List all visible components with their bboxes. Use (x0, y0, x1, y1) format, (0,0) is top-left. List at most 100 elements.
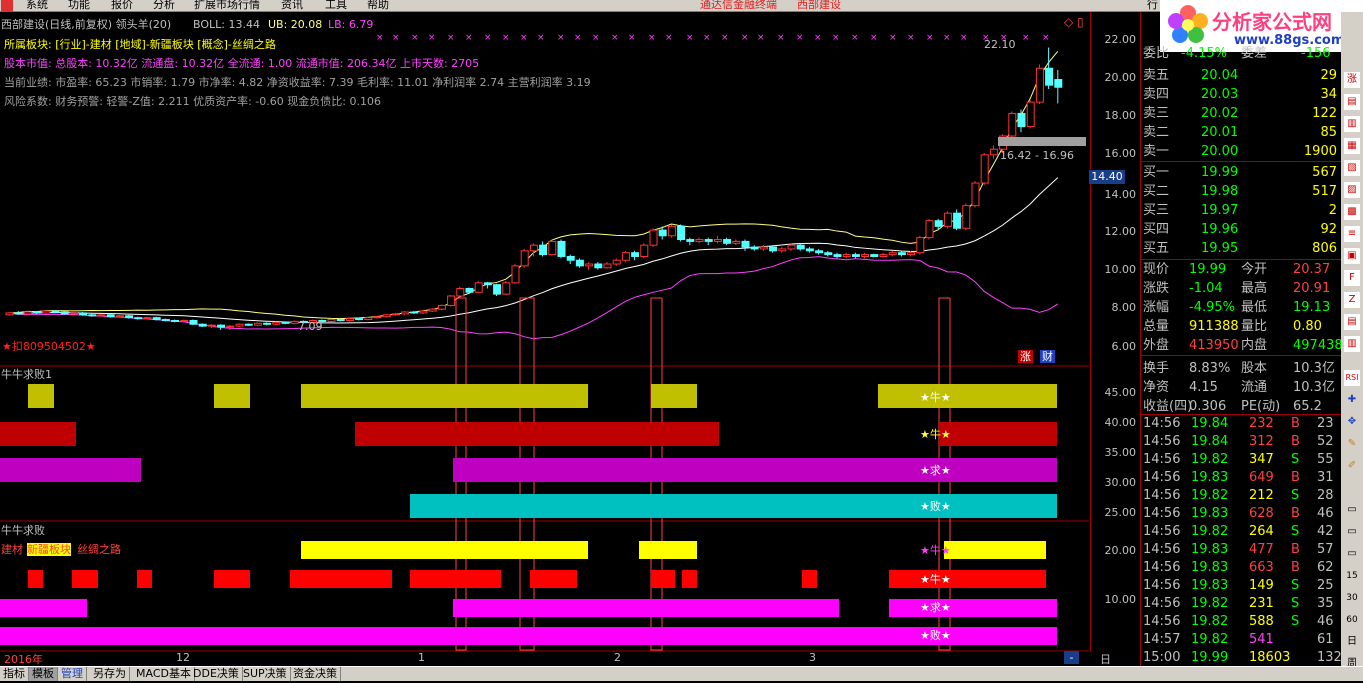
tool-icon[interactable]: 涨 (1344, 72, 1360, 88)
ask-row[interactable]: 卖五 20.04 29 (1141, 66, 1341, 85)
tool-icon[interactable]: ▨ (1344, 182, 1360, 198)
zhang-badge[interactable]: 涨 (1018, 350, 1033, 363)
draw-icon[interactable]: ✐ (1344, 458, 1360, 474)
tool-icon[interactable]: ▭ (1344, 502, 1360, 518)
tool-icon[interactable]: 15 (1344, 568, 1360, 584)
tick-count: 35 (1317, 596, 1334, 611)
btn-manage[interactable]: 管理 (58, 667, 87, 681)
y-tick: 10.00 (1104, 263, 1137, 276)
ad-stock-link[interactable]: 西部建设 (797, 0, 841, 12)
tick-time: 15:00 (1143, 650, 1181, 665)
tick-row: 14:56 19.83 628 B 46 (1141, 505, 1341, 523)
row-qty: 1900 (1303, 144, 1337, 159)
menu-quote[interactable]: 报价 (111, 0, 133, 12)
marker-x: × (777, 33, 785, 43)
info-capital: 股本市值: 总股本: 10.32亿 流通盘: 10.32亿 全流通: 1.00 … (4, 57, 480, 70)
btn-indicator[interactable]: 指标 (0, 667, 29, 681)
panel1-tag-niu1: ★牛★ (920, 391, 951, 404)
menu-help[interactable]: 帮助 (367, 0, 389, 12)
candle-body (575, 259, 584, 267)
marker-x: × (814, 33, 822, 43)
candle-body (704, 239, 713, 242)
candle-body (152, 317, 161, 321)
info-risk: 风险系数: 财务预警: 轻警-Z值: 2.211 优质资产率: -0.60 现金… (4, 95, 381, 108)
tool-icon[interactable]: F (1344, 270, 1360, 286)
y-tick: 6.00 (1111, 340, 1137, 353)
tool-icon[interactable]: ▤ (1344, 314, 1360, 330)
menu-analysis[interactable]: 分析 (153, 0, 175, 12)
window-restore-icon[interactable]: ◇ ▯ (1064, 16, 1084, 29)
bid-row[interactable]: 买二 19.98 517 (1141, 182, 1341, 201)
menu-system[interactable]: 系统 (26, 0, 48, 12)
cai-badge[interactable]: 财 (1040, 350, 1055, 363)
weibi-row: 委比 -4.15% 委差 -156 (1141, 44, 1341, 63)
tool-icon[interactable]: ▥ (1344, 336, 1360, 352)
menu-more[interactable]: 行 (1147, 0, 1158, 12)
tick-volume: 628 (1249, 506, 1274, 521)
btn-macd[interactable]: MACD基本 (133, 667, 195, 681)
tool-icon[interactable]: ▭ (1344, 546, 1360, 562)
tool-icon[interactable]: ▤ (1344, 94, 1360, 110)
separator (1141, 355, 1341, 356)
tool-icon[interactable]: Z (1344, 292, 1360, 308)
tick-time: 14:56 (1143, 596, 1181, 611)
menu-news[interactable]: 资讯 (281, 0, 303, 12)
ask-row[interactable]: 卖三 20.02 122 (1141, 104, 1341, 123)
tool-icon[interactable]: ▧ (1344, 160, 1360, 176)
candle-body (658, 229, 667, 237)
tick-row: 14:56 19.82 212 S 28 (1141, 487, 1341, 505)
bid-row[interactable]: 买四 19.96 92 (1141, 220, 1341, 239)
tick-price: 19.82 (1191, 488, 1229, 503)
tool-icon[interactable]: 60 (1344, 612, 1360, 628)
tool-icon[interactable]: ≡ (1344, 226, 1360, 242)
marker-x: × (907, 33, 915, 43)
bid-row[interactable]: 买五 19.95 806 (1141, 239, 1341, 258)
y-tick: 40.00 (1104, 416, 1137, 429)
rsi-icon[interactable]: RSI (1344, 370, 1360, 386)
y-tick: 14.00 (1104, 188, 1137, 201)
quote-val2: 19.13 (1293, 300, 1331, 315)
btn-fund[interactable]: 资金决策 (290, 667, 341, 681)
candle-body (171, 319, 180, 322)
quote-val1: -4.95% (1189, 300, 1235, 315)
btn-sup[interactable]: SUP决策 (240, 667, 291, 681)
bid-row[interactable]: 买一 19.99 567 (1141, 163, 1341, 182)
zoom-in-icon[interactable]: ✚ (1344, 392, 1360, 408)
menu-extended-market[interactable]: 扩展市场行情 (194, 0, 260, 12)
ad-terminal-link[interactable]: 通达信金融终端 (700, 0, 777, 12)
tick-row: 14:56 19.84 232 B 23 (1141, 415, 1341, 433)
candle-body (557, 240, 566, 257)
tick-row: 14:56 19.82 347 S 55 (1141, 451, 1341, 469)
btn-dde[interactable]: DDE决策 (190, 667, 243, 681)
pen-icon[interactable]: ✎ (1344, 436, 1360, 452)
boll-value: BOLL: 13.44 (193, 18, 260, 31)
tool-icon[interactable]: 30 (1344, 590, 1360, 606)
quote-key2: 今开 (1241, 262, 1268, 277)
btn-template[interactable]: 模板 (29, 667, 58, 681)
btn-save-as[interactable]: 另存为 (90, 667, 130, 681)
tool-icon[interactable]: ▣ (1344, 248, 1360, 264)
ask-row[interactable]: 卖四 20.03 34 (1141, 85, 1341, 104)
tick-volume: 264 (1249, 524, 1274, 539)
tool-icon[interactable]: ▦ (1344, 138, 1360, 154)
candle-body (474, 282, 483, 293)
panel2-tag-bai: ★败★ (920, 629, 951, 642)
scroll-minus-button[interactable]: - (1064, 651, 1079, 664)
tool-icon[interactable]: ▭ (1344, 524, 1360, 540)
panel2-bar (453, 599, 839, 617)
tool-icon[interactable]: 日 (1344, 634, 1360, 650)
bid-row[interactable]: 买三 19.97 2 (1141, 201, 1341, 220)
ask-row[interactable]: 卖一 20.00 1900 (1141, 142, 1341, 161)
ask-row[interactable]: 卖二 20.01 85 (1141, 123, 1341, 142)
y-tick: 45.00 (1104, 386, 1137, 399)
menu-function[interactable]: 功能 (68, 0, 90, 12)
tool-icon[interactable]: ▥ (1344, 116, 1360, 132)
tick-volume: 149 (1249, 578, 1274, 593)
move-icon[interactable]: ✥ (1344, 414, 1360, 430)
tick-count: 23 (1317, 416, 1334, 431)
info-performance: 当前业绩: 市盈率: 65.23 市销率: 1.79 市净率: 4.82 净资收… (4, 76, 591, 89)
menu-tools[interactable]: 工具 (325, 0, 347, 12)
tool-icon[interactable]: ▩ (1344, 204, 1360, 220)
candle-body (217, 324, 226, 328)
current-price-marker: 14.40 (1089, 170, 1125, 184)
